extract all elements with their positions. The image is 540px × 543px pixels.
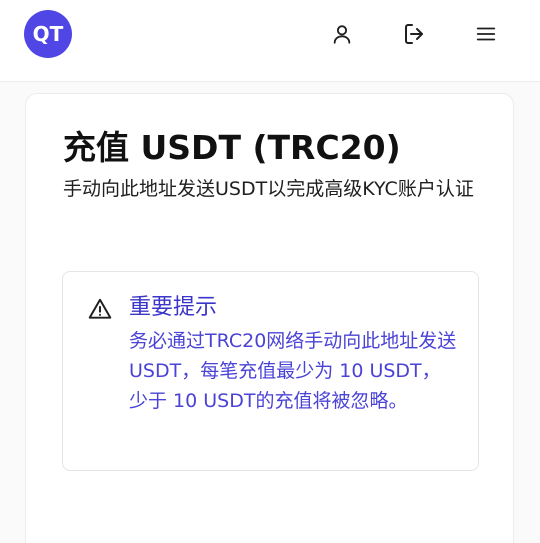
deposit-card: 充值 USDT (TRC20) 手动向此地址发送USDT以完成高级KYC账户认证… [25, 93, 514, 543]
page: QT 充值 USDT (TRC20) 手动向此地址发送USDT以完成高级KYC账… [0, 0, 540, 543]
notice-body: 务必通过TRC20网络手动向此地址发送USDT，每笔充值最少为 10 USDT，… [129, 330, 457, 412]
menu-button[interactable] [471, 19, 501, 49]
user-icon [333, 25, 351, 44]
top-header: QT [0, 0, 540, 82]
page-subtitle: 手动向此地址发送USDT以完成高级KYC账户认证 [63, 178, 474, 200]
warning-icon [88, 298, 112, 319]
account-button[interactable] [327, 19, 357, 49]
page-title: 充值 USDT (TRC20) [63, 128, 401, 167]
menu-icon [476, 27, 496, 41]
logout-button[interactable] [399, 19, 429, 49]
notice-title: 重要提示 [129, 295, 218, 320]
logout-icon [405, 24, 423, 44]
important-notice: 重要提示 务必通过TRC20网络手动向此地址发送USDT，每笔充值最少为 10 … [62, 271, 479, 471]
logo[interactable]: QT [24, 10, 72, 58]
